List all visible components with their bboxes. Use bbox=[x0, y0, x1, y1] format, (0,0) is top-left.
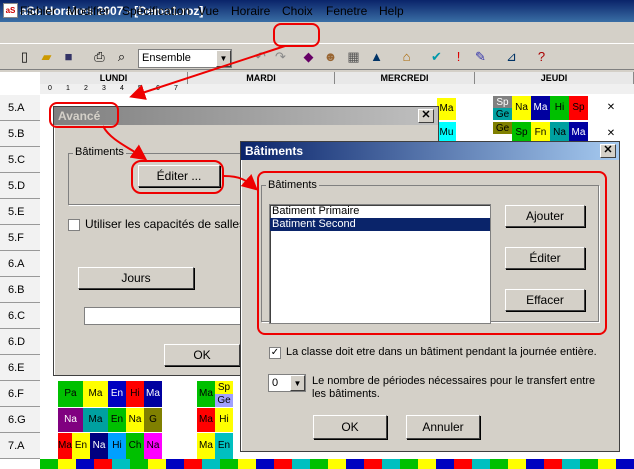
arrow-edit-to-batiments bbox=[223, 174, 258, 191]
arrow-avance-to-edit bbox=[102, 125, 148, 161]
arrow-choix-to-avance bbox=[129, 45, 286, 100]
annotation-arrows bbox=[102, 45, 286, 191]
